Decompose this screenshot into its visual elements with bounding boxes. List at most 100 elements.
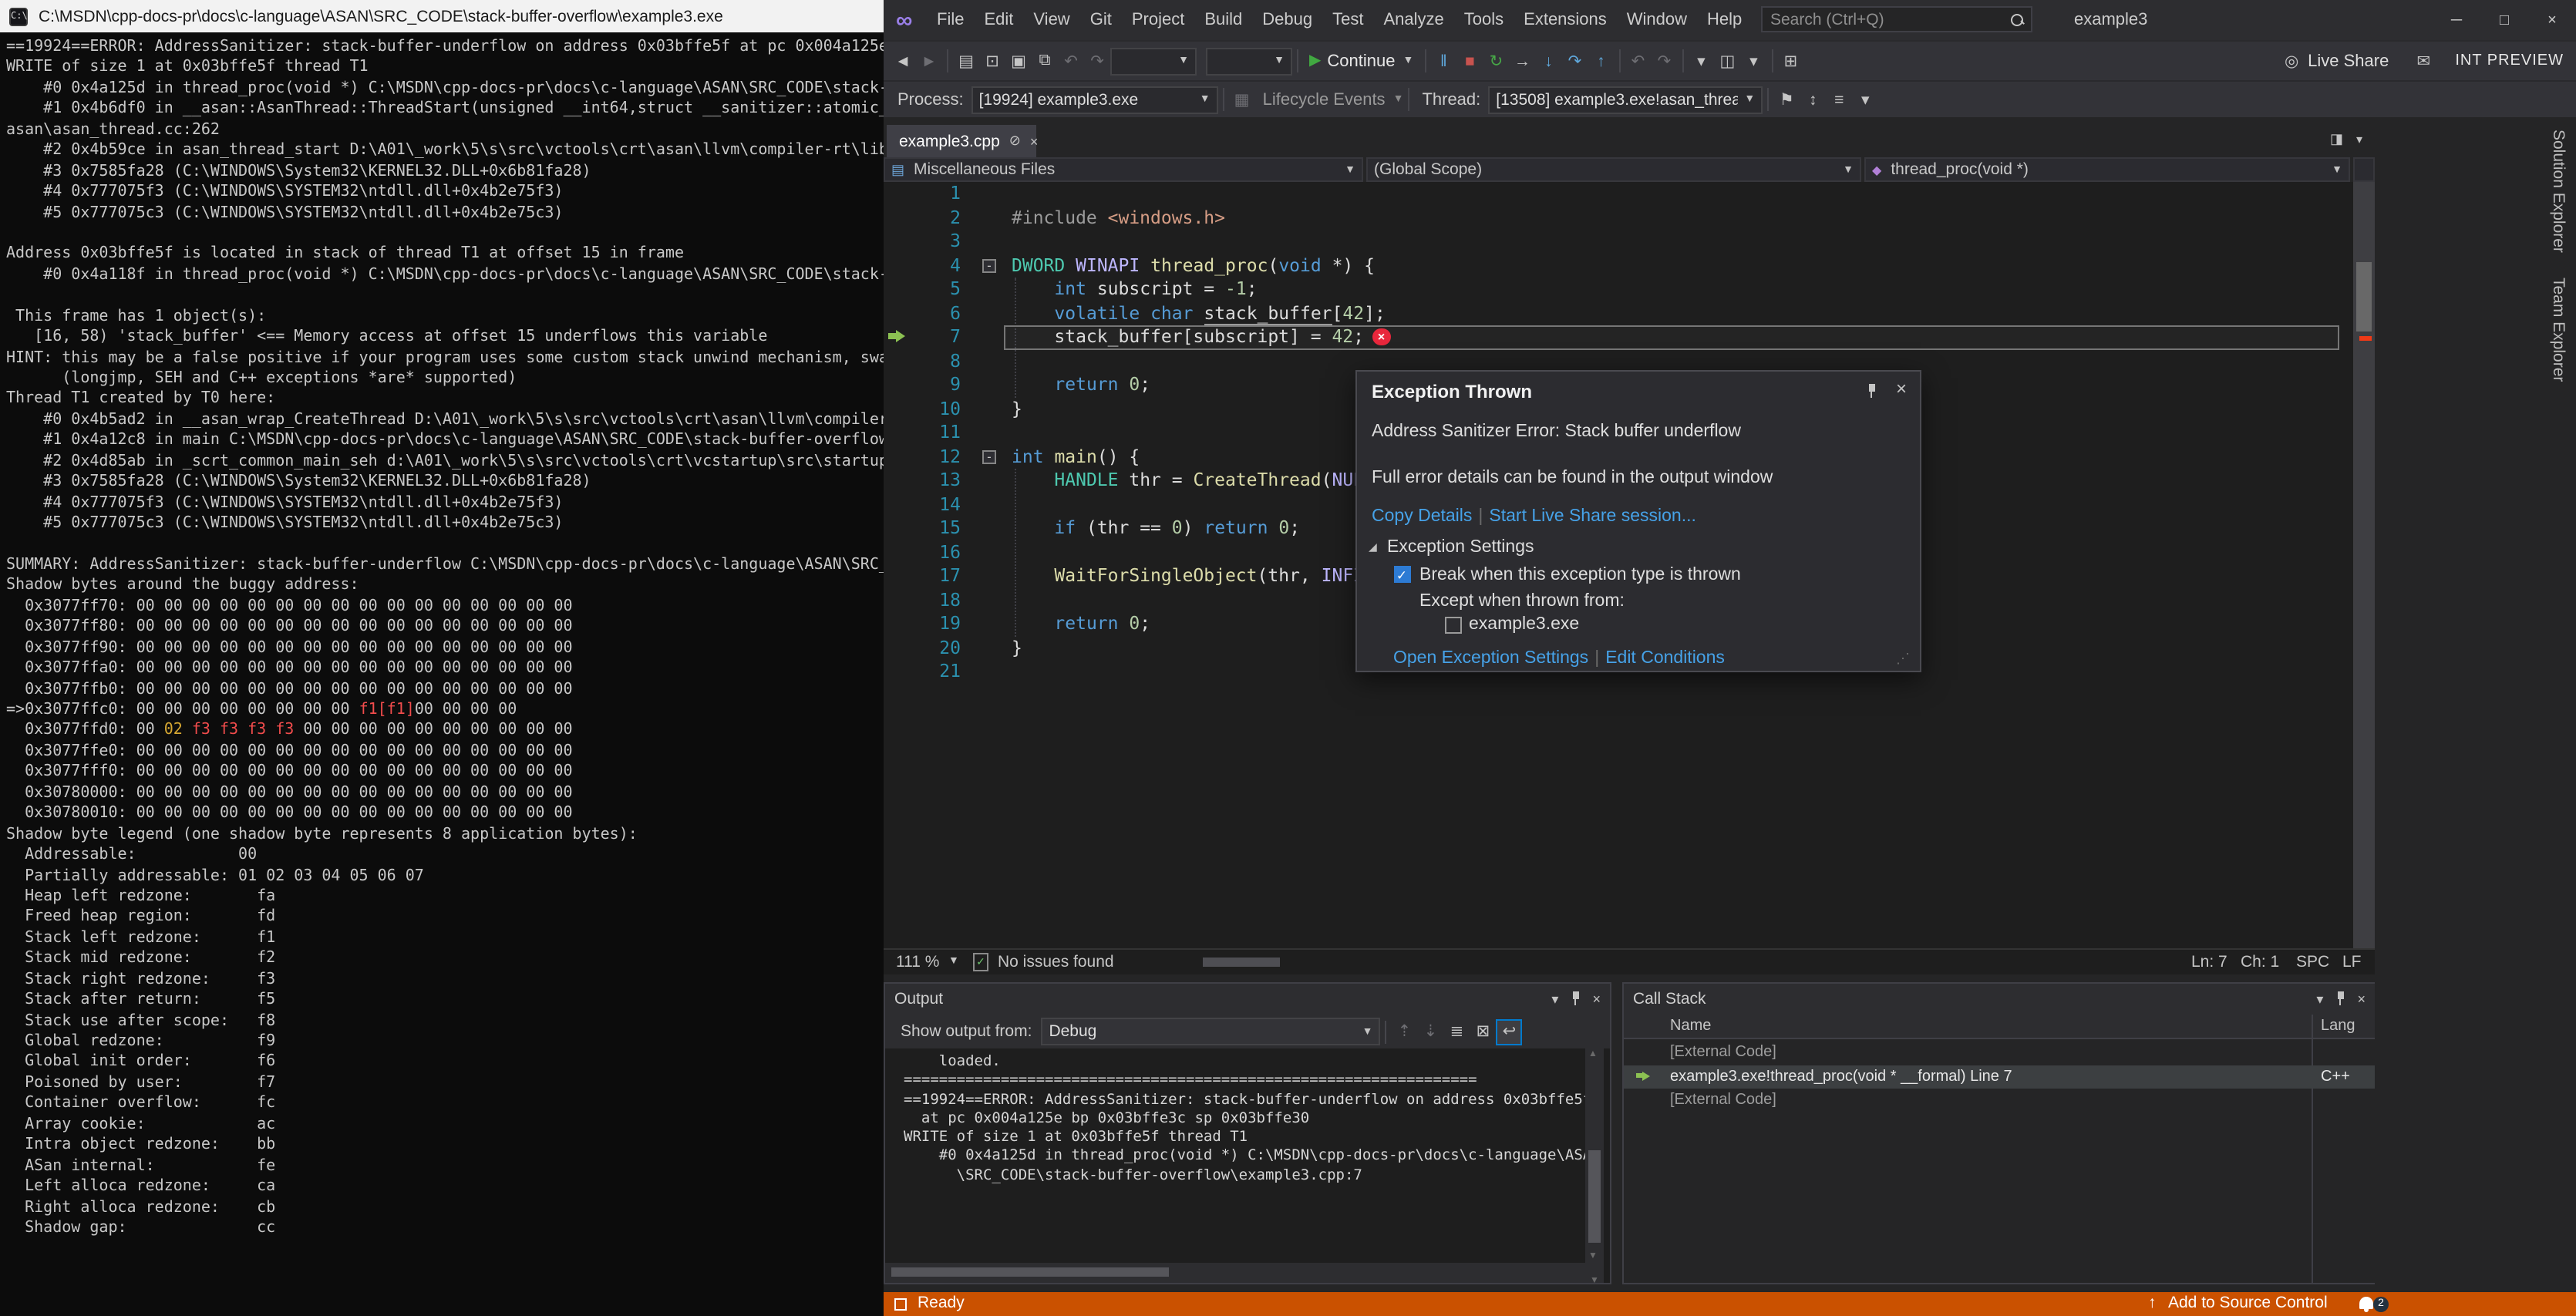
output-vscrollbar-thumb[interactable] bbox=[1588, 1150, 1601, 1243]
console-output: ==19924==ERROR: AddressSanitizer: stack-… bbox=[0, 32, 884, 1316]
console-line: Shadow bytes around the buggy address: bbox=[6, 577, 359, 594]
horizontal-scrollbar-thumb[interactable] bbox=[1203, 958, 1280, 967]
fold-marker-icon[interactable]: - bbox=[982, 449, 996, 463]
code-line-4[interactable]: 4 - DWORD WINAPI thread_proc(void *) { bbox=[884, 254, 2353, 278]
line-number: 8 bbox=[950, 349, 961, 371]
output-line: WRITE of size 1 at 0x03bffe5f thread T1 bbox=[904, 1129, 1248, 1146]
console-line: 0x3077ffd0: 00 02 f3 f3 f3 f3 00 00 00 0… bbox=[6, 722, 573, 739]
column-lang[interactable]: Lang bbox=[2321, 1015, 2355, 1039]
window-position-icon[interactable]: ▾ bbox=[1551, 991, 1558, 1008]
zoom-chevron-icon[interactable]: ▼ bbox=[948, 950, 959, 974]
frame-name: [External Code] bbox=[1670, 1092, 1776, 1109]
callstack-frame[interactable]: [External Code] bbox=[1624, 1089, 2375, 1112]
console-line: HINT: this may be a false positive if yo… bbox=[6, 349, 884, 367]
callstack-frame[interactable]: [External Code] bbox=[1624, 1041, 2375, 1065]
background-tasks-icon[interactable] bbox=[894, 1297, 907, 1310]
console-line: #0 0x4a118f in thread_proc(void *) C:\MS… bbox=[43, 266, 884, 284]
window-position-icon[interactable]: ▾ bbox=[2316, 991, 2323, 1008]
console-titlebar[interactable]: C:\ C:\MSDN\cpp-docs-pr\docs\c-language\… bbox=[0, 0, 884, 32]
zoom-dropdown[interactable]: 111 % bbox=[896, 950, 939, 974]
word-wrap-toggle-icon[interactable]: ↩ bbox=[1496, 1018, 1523, 1045]
navbar-splitter-box[interactable] bbox=[2353, 157, 2375, 182]
code-line-6[interactable]: 6 volatile char stack_buffer[42]; bbox=[884, 301, 2353, 325]
console-line: #3 0x7585fa28 (C:\WINDOWS\System32\KERNE… bbox=[6, 163, 591, 180]
screen: C:\ C:\MSDN\cpp-docs-pr\docs\c-language\… bbox=[0, 0, 2576, 1316]
exception-settings-header[interactable]: Exception Settings bbox=[1387, 538, 1534, 557]
line-number: 12 bbox=[939, 445, 961, 466]
notifications-bell-icon[interactable] bbox=[2359, 1297, 2373, 1312]
line-number: 15 bbox=[939, 517, 961, 538]
sidebar-tab-team-explorer[interactable]: Team Explorer bbox=[2549, 278, 2568, 382]
console-line: #1 0x4b6df0 in __asan::AsanThread::Threa… bbox=[43, 100, 884, 118]
code-line-3[interactable]: 3 bbox=[884, 230, 2353, 254]
output-line: ========================================… bbox=[904, 1072, 1477, 1089]
console-line: 0x30780000: 00 00 00 00 00 00 00 00 00 0… bbox=[6, 784, 573, 802]
resize-grip[interactable]: ⋰ bbox=[1896, 649, 1914, 668]
console-window: C:\ C:\MSDN\cpp-docs-pr\docs\c-language\… bbox=[0, 0, 884, 1316]
copy-details-link[interactable]: Copy Details bbox=[1372, 507, 1472, 526]
module-checkbox-label[interactable]: example3.exe bbox=[1469, 615, 1579, 634]
delete-output-icon[interactable]: ⊠ bbox=[1470, 1018, 1496, 1045]
code-text: volatile char stack_buffer[42]; bbox=[1054, 301, 1386, 325]
open-exception-settings-link[interactable]: Open Exception Settings bbox=[1393, 649, 1588, 668]
output-scroll-corner[interactable]: ▼ bbox=[1585, 1263, 1604, 1286]
output-hscrollbar-thumb[interactable] bbox=[891, 1267, 1169, 1277]
callstack-frame[interactable]: example3.exe!thread_proc(void * __formal… bbox=[1624, 1065, 2375, 1089]
console-line: [16, 58) 'stack_buffer' <== Memory acces… bbox=[6, 328, 768, 346]
break-checkbox[interactable]: ✓ bbox=[1393, 566, 1410, 583]
output-line: at pc 0x004a125e bp 0x03bffe3c sp 0x03bf… bbox=[904, 1109, 1310, 1127]
close-button[interactable]: × bbox=[2528, 0, 2576, 40]
callstack-panel-titlebar[interactable]: Call Stack ▾ × bbox=[1624, 984, 2375, 1015]
console-line: Thread T1 created by T0 here: bbox=[6, 390, 276, 408]
pin-icon[interactable] bbox=[1865, 384, 1877, 399]
previous-message-icon[interactable]: ⇡ bbox=[1391, 1018, 1417, 1045]
sidebar-tab-solution-explorer[interactable]: Solution Explorer bbox=[2549, 130, 2568, 253]
clear-all-icon[interactable]: ≣ bbox=[1443, 1018, 1470, 1045]
pin-icon[interactable] bbox=[1569, 991, 1581, 1007]
output-vscrollbar[interactable]: ▲ ▼ bbox=[1585, 1048, 1604, 1263]
edit-conditions-link[interactable]: Edit Conditions bbox=[1605, 649, 1725, 668]
pin-icon[interactable] bbox=[2334, 991, 2346, 1007]
output-source-dropdown[interactable]: Debug ▼ bbox=[1041, 1018, 1381, 1045]
code-line-2[interactable]: 2 #include <windows.h> bbox=[884, 206, 2353, 230]
console-line: Freed heap region: fd bbox=[6, 908, 276, 926]
editor-scrollbar-thumb[interactable] bbox=[2356, 262, 2372, 332]
tab-overflow-icon[interactable]: ▾ bbox=[2356, 133, 2362, 146]
document-health-icon[interactable]: ✓ bbox=[973, 953, 988, 971]
exception-error-icon[interactable]: × bbox=[1372, 328, 1390, 345]
close-popup-icon[interactable]: × bbox=[1896, 378, 1907, 399]
close-panel-icon[interactable]: × bbox=[1592, 991, 1601, 1007]
console-line: 0x3077ffe0: 00 00 00 00 00 00 00 00 00 0… bbox=[6, 742, 573, 760]
separator: | bbox=[1478, 507, 1483, 526]
notification-count-badge[interactable]: 2 bbox=[2373, 1296, 2389, 1311]
code-line-1[interactable]: 1 bbox=[884, 182, 2353, 206]
output-panel-titlebar[interactable]: Output ▾ × bbox=[885, 984, 1610, 1015]
feedback-icon[interactable]: ✉ bbox=[2410, 48, 2436, 74]
console-line: 0x3077ff90: 00 00 00 00 00 00 00 00 00 0… bbox=[6, 639, 573, 657]
line-number: 14 bbox=[939, 493, 961, 514]
frame-name: [External Code] bbox=[1670, 1044, 1776, 1061]
module-checkbox[interactable] bbox=[1444, 617, 1461, 634]
code-line-5[interactable]: 5 int subscript = -1; bbox=[884, 278, 2353, 301]
maximize-button[interactable]: □ bbox=[2480, 0, 2528, 40]
error-mark[interactable] bbox=[2359, 336, 2372, 341]
code-line-7[interactable]: 7 stack_buffer[subscript] = 42; bbox=[884, 325, 2353, 349]
start-live-share-link[interactable]: Start Live Share session... bbox=[1489, 507, 1695, 526]
expander-icon[interactable]: ◢ bbox=[1369, 541, 1377, 554]
health-status[interactable]: No issues found bbox=[998, 950, 1114, 974]
column-name[interactable]: Name bbox=[1670, 1015, 1711, 1039]
int-preview-badge: INT PREVIEW bbox=[2455, 52, 2564, 69]
output-hscrollbar[interactable] bbox=[885, 1263, 1585, 1283]
output-text[interactable]: loaded. =================================… bbox=[885, 1048, 1610, 1263]
console-line: #4 0x777075f3 (C:\WINDOWS\SYSTEM32\ntdll… bbox=[6, 183, 564, 201]
line-number: 16 bbox=[939, 540, 961, 562]
fold-marker-icon[interactable]: - bbox=[982, 258, 996, 272]
break-checkbox-label[interactable]: Break when this exception type is thrown bbox=[1419, 566, 1741, 584]
minimize-button[interactable]: ─ bbox=[2433, 0, 2480, 40]
output-line: \SRC_CODE\stack-buffer-overflow\example3… bbox=[904, 1166, 1362, 1184]
current-statement-arrow-icon bbox=[888, 330, 905, 342]
next-message-icon[interactable]: ⇣ bbox=[1417, 1018, 1443, 1045]
add-to-source-control-button[interactable]: Add to Source Control bbox=[2168, 1292, 2328, 1316]
close-panel-icon[interactable]: × bbox=[2357, 991, 2366, 1007]
